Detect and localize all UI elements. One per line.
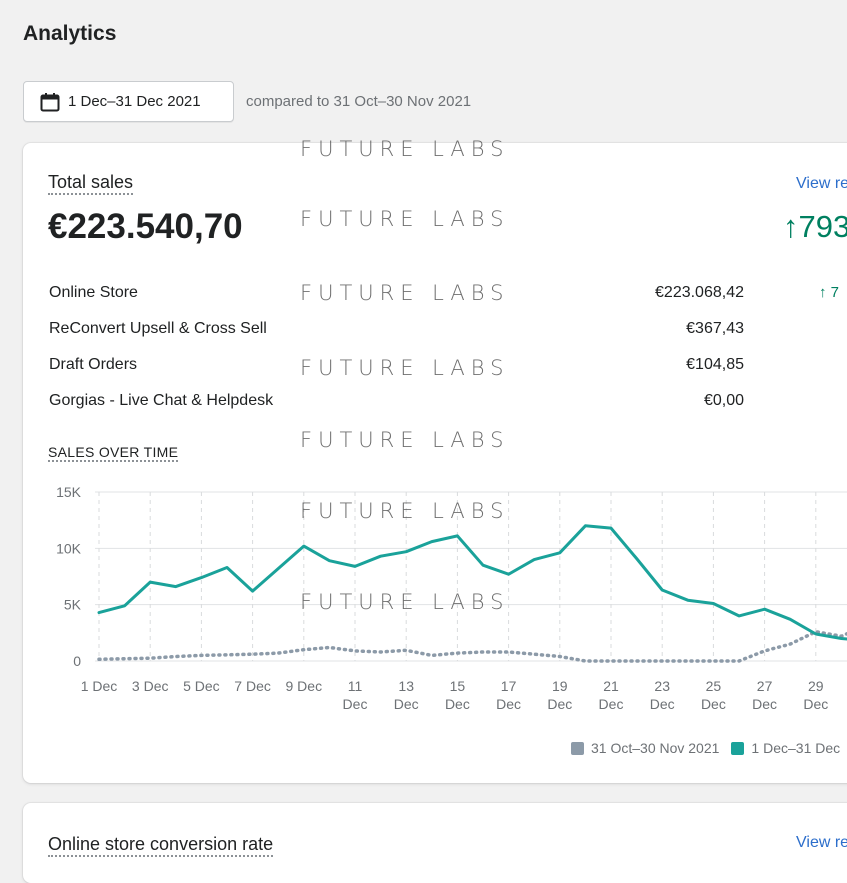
x-tick-label: 7 Dec — [234, 678, 271, 694]
y-tick-label: 0 — [73, 653, 81, 669]
x-tick-label: 15 — [450, 678, 466, 694]
x-tick-label: Dec — [343, 696, 368, 712]
x-tick-label: Dec — [445, 696, 470, 712]
x-tick-label: 27 — [757, 678, 773, 694]
watermark: FUTURE LABS — [300, 590, 510, 614]
watermark: FUTURE LABS — [300, 428, 510, 452]
x-tick-label: 11 — [348, 678, 363, 694]
x-tick-label: Dec — [803, 696, 828, 712]
y-tick-label: 10K — [56, 540, 82, 556]
y-tick-label: 15K — [56, 484, 82, 500]
x-tick-label: 23 — [654, 678, 670, 694]
x-tick-label: 9 Dec — [286, 678, 323, 694]
watermark: FUTURE LABS — [300, 207, 510, 231]
watermark: FUTURE LABS — [300, 356, 510, 380]
x-tick-label: 25 — [706, 678, 722, 694]
watermark: FUTURE LABS — [300, 137, 510, 161]
x-tick-label: Dec — [752, 696, 777, 712]
series-line-previous-period — [97, 629, 847, 663]
x-tick-label: 3 Dec — [132, 678, 169, 694]
x-tick-label: Dec — [599, 696, 624, 712]
x-tick-label: Dec — [701, 696, 726, 712]
watermark: FUTURE LABS — [300, 281, 510, 305]
x-tick-label: 13 — [398, 678, 414, 694]
x-tick-label: 17 — [501, 678, 517, 694]
series-line-current-period — [97, 524, 847, 641]
x-tick-label: 29 — [808, 678, 824, 694]
x-tick-label: Dec — [394, 696, 419, 712]
x-tick-label: 1 Dec — [81, 678, 118, 694]
conversion-view-report-link[interactable]: View re — [796, 834, 847, 852]
y-tick-label: 5K — [64, 597, 82, 613]
x-tick-label: Dec — [650, 696, 675, 712]
x-tick-label: 21 — [603, 678, 619, 694]
sales-over-time-chart: 15K 10K 5K 01 Dec 3 Dec 5 Dec 7 Dec 9 Dec 11 Dec 1… — [56, 484, 847, 712]
x-tick-label: 19 — [552, 678, 568, 694]
conversion-rate-card: Online store conversion rate View re — [23, 803, 847, 883]
watermark: FUTURE LABS — [300, 499, 510, 523]
conversion-rate-heading: Online store conversion rate — [48, 834, 274, 857]
x-tick-label: 5 Dec — [183, 678, 220, 694]
x-tick-label: Dec — [496, 696, 521, 712]
x-tick-label: Dec — [547, 696, 572, 712]
